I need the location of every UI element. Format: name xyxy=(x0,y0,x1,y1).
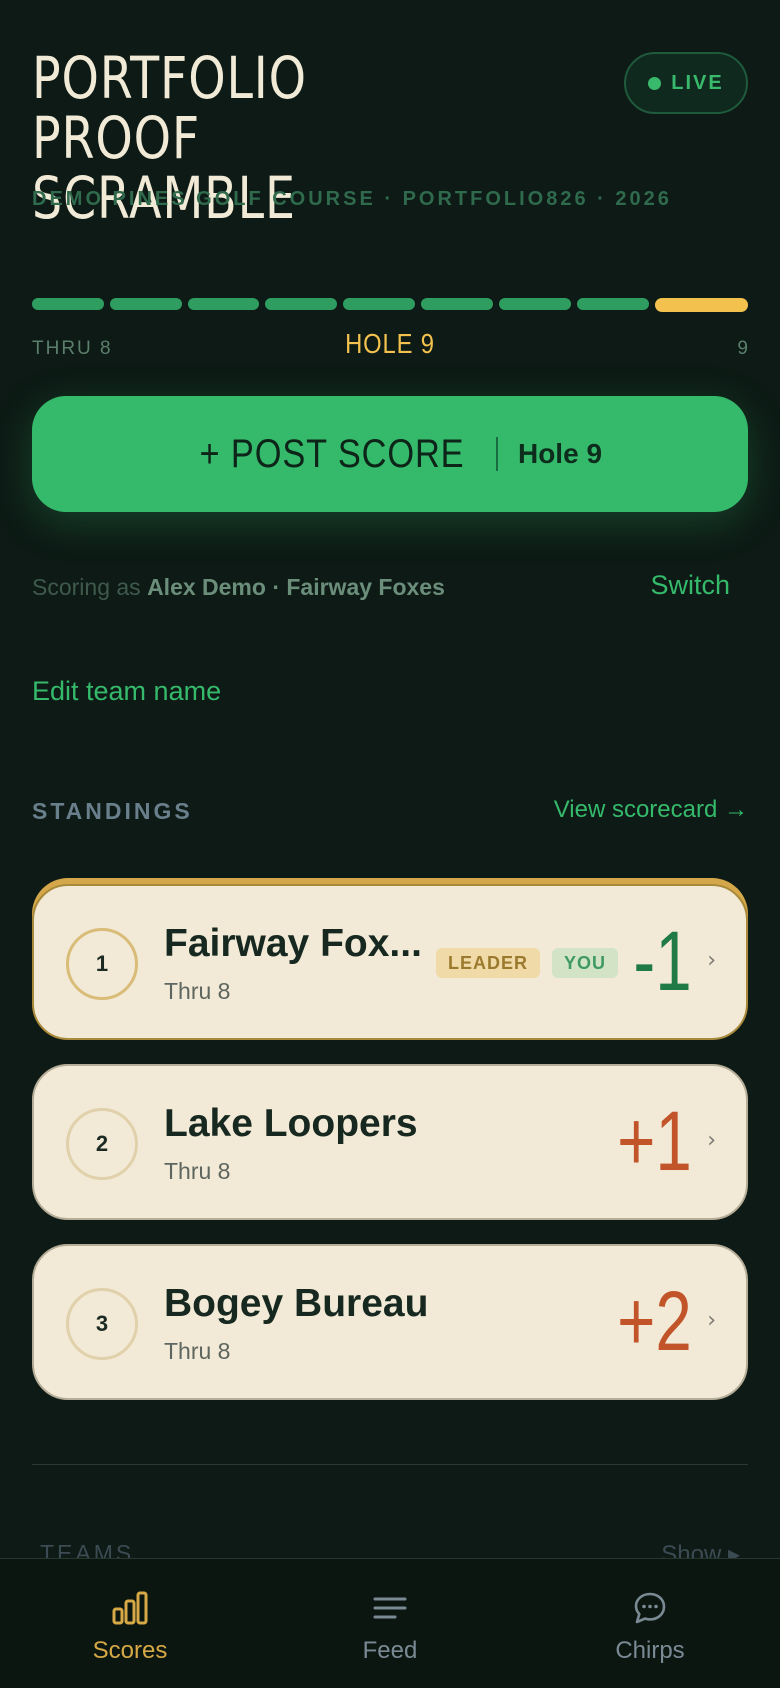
live-badge: LIVE xyxy=(624,52,748,114)
standings-heading: STANDINGS xyxy=(32,798,193,824)
rank-badge: 2 xyxy=(66,1108,138,1180)
rank-badge: 3 xyxy=(66,1288,138,1360)
standings-row[interactable]: 2 Lake Loopers Thru 8 +1 › xyxy=(32,1064,748,1220)
chevron-right-icon: › xyxy=(707,1308,716,1333)
hole-progress-bar xyxy=(32,298,748,312)
nav-tab-chirps[interactable]: Chirps xyxy=(520,1559,780,1688)
hole-segment-1 xyxy=(32,298,104,310)
hole-segment-3 xyxy=(187,298,260,310)
bar-chart-icon xyxy=(111,1589,149,1627)
team-name: Lake Loopers xyxy=(164,1102,418,1145)
team-thru: Thru 8 xyxy=(164,978,231,1004)
nav-label-feed: Feed xyxy=(362,1637,418,1664)
hole-segment-6 xyxy=(421,298,493,310)
team-score: +2 xyxy=(617,1274,692,1368)
team-score: +1 xyxy=(617,1094,692,1188)
post-score-divider xyxy=(495,437,498,471)
nav-label-scores: Scores xyxy=(92,1637,168,1664)
standings-row[interactable]: 3 Bogey Bureau Thru 8 +2 › xyxy=(32,1244,748,1400)
hole-segment-2 xyxy=(109,298,182,310)
section-divider xyxy=(32,1464,748,1465)
hole-segment-current xyxy=(654,298,748,312)
lines-icon xyxy=(373,1589,407,1627)
post-score-hole: Hole 9 xyxy=(517,438,603,469)
chevron-right-icon: › xyxy=(707,1128,716,1153)
chat-bubble-icon xyxy=(633,1589,667,1627)
post-score-label: + POST SCORE xyxy=(199,431,465,476)
you-badge: YOU xyxy=(552,948,619,978)
standings-row[interactable]: 1 Fairway Fox... Thru 8 LEADER YOU -1 › xyxy=(32,884,748,1040)
title-line-1: PORTFOLIO PROOF xyxy=(32,44,307,172)
team-name: Bogey Bureau xyxy=(164,1282,429,1325)
switch-player-link[interactable]: Switch xyxy=(650,570,730,601)
hole-segment-8 xyxy=(576,298,649,310)
scoring-as-prefix: Scoring as xyxy=(32,574,141,600)
live-dot-icon xyxy=(648,76,662,90)
event-subtitle: DEMO PINES GOLF COURSE · PORTFOLIO826 · … xyxy=(32,188,672,210)
hole-segment-4 xyxy=(265,298,338,310)
nav-label-chirps: Chirps xyxy=(615,1637,685,1664)
nav-tab-feed[interactable]: Feed xyxy=(260,1559,520,1688)
rank-badge: 1 xyxy=(66,928,138,1000)
team-thru: Thru 8 xyxy=(164,1338,231,1364)
nav-tab-scores[interactable]: Scores xyxy=(0,1559,260,1688)
leader-badge: LEADER xyxy=(436,948,541,978)
live-label: LIVE xyxy=(671,71,724,94)
post-score-button[interactable]: + POST SCORE Hole 9 xyxy=(32,396,748,512)
scoring-as-text: Scoring as Alex Demo · Fairway Foxes xyxy=(32,574,445,601)
total-holes-label: 9 xyxy=(737,338,748,359)
hole-segment-7 xyxy=(498,298,571,310)
scoring-as-player: Alex Demo · Fairway Foxes xyxy=(147,574,445,600)
chevron-right-icon: › xyxy=(707,948,716,973)
thru-label: THRU 8 xyxy=(32,338,113,359)
edit-team-name-link[interactable]: Edit team name xyxy=(32,676,221,707)
scoreboard-screen: PORTFOLIO PROOF SCRAMBLE LIVE DEMO PINES… xyxy=(0,0,780,1688)
team-thru: Thru 8 xyxy=(164,1158,231,1184)
current-hole-label: HOLE 9 xyxy=(345,328,435,359)
team-name: Fairway Fox... xyxy=(164,922,422,965)
view-scorecard-link[interactable]: View scorecard → xyxy=(554,796,748,824)
hole-segment-5 xyxy=(343,298,416,310)
team-score: -1 xyxy=(633,914,692,1008)
bottom-nav: Scores Feed Chirps xyxy=(0,1558,780,1688)
